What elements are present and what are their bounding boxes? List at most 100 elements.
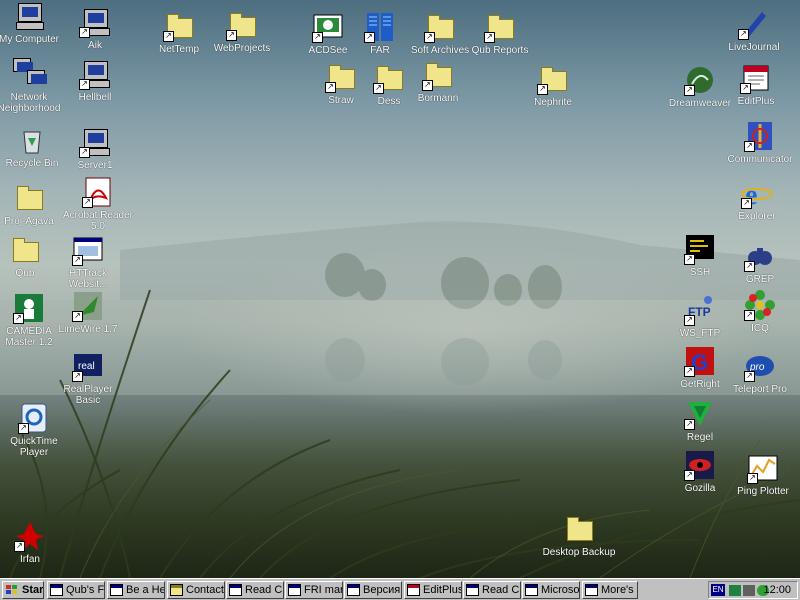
desktop[interactable]: My Computer ↗ Aik Network Neighborhood ↗ Hell… (0, 0, 800, 578)
desktop-icon-qub-reports[interactable]: ↗ Qub Reports (463, 11, 537, 56)
desktop-icon-limewire[interactable]: ↗ LimeWire 1.7 (51, 290, 125, 335)
window-icon (110, 584, 123, 596)
folder-icon: ↗ (163, 10, 195, 42)
clock[interactable]: 12:00 (763, 584, 791, 596)
shortcut-arrow-icon: ↗ (72, 255, 83, 266)
desktop-icon-editplus[interactable]: ↗ EditPlus (719, 62, 793, 107)
desktop-icon-regel[interactable]: ↗ Regel (663, 398, 737, 443)
desktop-icon-icq[interactable]: ↗ ICQ (723, 289, 797, 334)
language-indicator[interactable]: EN (711, 584, 725, 596)
desktop-icon-nephrite[interactable]: ↗ Nephrite (516, 63, 590, 108)
desktop-icon-communicator[interactable]: ↗ Communicator (723, 120, 797, 165)
shortcut-arrow-icon: ↗ (312, 32, 323, 43)
editplus-icon (407, 584, 420, 596)
gozilla-icon: ↗ (684, 449, 716, 481)
desktop-icon-label: GREP (745, 274, 775, 285)
desktop-icon-label: Regel (686, 432, 714, 443)
desktop-icon-grep[interactable]: ↗ GREP (723, 240, 797, 285)
desktop-icon-label: Aik (88, 40, 102, 51)
taskbar-button[interactable]: Версия ... (344, 581, 402, 599)
desktop-icon-proj-agava[interactable]: Proj-Agava (0, 182, 66, 227)
taskbar-button[interactable]: Qub's Fr... (47, 581, 105, 599)
desktop-icon-webprojects[interactable]: ↗ WebProjects (205, 9, 279, 54)
window-icon (50, 584, 63, 596)
pen-icon: ↗ (738, 8, 770, 40)
shortcut-arrow-icon: ↗ (744, 261, 755, 272)
limewire-icon: ↗ (72, 290, 104, 322)
quicktime-icon: ↗ (18, 402, 50, 434)
folder-icon: ↗ (422, 59, 454, 91)
ftp-icon: FTP ↗ (684, 294, 716, 326)
camedia-icon: ↗ (13, 292, 45, 324)
shortcut-arrow-icon: ↗ (741, 198, 752, 209)
desktop-icon-label: Network Neighborhood (0, 92, 61, 114)
window-icon (466, 584, 479, 596)
window-icon (229, 584, 242, 596)
desktop-icon-label: Desktop Backup (542, 547, 616, 558)
tray-app-icon[interactable] (729, 585, 741, 596)
computer-icon (13, 0, 45, 32)
taskbar-button[interactable]: Microsof... (522, 581, 580, 599)
desktop-icon-desktop-backup[interactable]: Desktop Backup (542, 513, 616, 558)
shortcut-arrow-icon: ↗ (684, 419, 695, 430)
desktop-icon-label: WebProjects (213, 43, 271, 54)
shortcut-arrow-icon: ↗ (744, 371, 755, 382)
regel-icon: ↗ (684, 398, 716, 430)
shortcut-arrow-icon: ↗ (18, 423, 29, 434)
desktop-icon-realplayer[interactable]: real ↗ RealPlayer Basic (51, 350, 125, 406)
desktop-icon-acrobat-reader[interactable]: ↗ Acrobat Reader 5.0 (61, 176, 135, 232)
desktop-icon-label: Explorer (738, 211, 776, 222)
shortcut-arrow-icon: ↗ (72, 371, 83, 382)
shortcut-arrow-icon: ↗ (79, 27, 90, 38)
taskbar-button[interactable]: EditPlus... (404, 581, 462, 599)
taskbar-button[interactable]: Read C... (226, 581, 284, 599)
desktop-icon-label: ICQ (751, 323, 769, 334)
desktop-icon-ping-plotter[interactable]: ↗ Ping Plotter (726, 452, 800, 497)
window-icon (525, 584, 538, 596)
shortcut-arrow-icon: ↗ (424, 32, 435, 43)
desktop-icon-label: Teleport Pro (733, 384, 787, 395)
shortcut-arrow-icon: ↗ (684, 470, 695, 481)
desktop-icon-httrack[interactable]: ↗ HTTrack Websit... (51, 234, 125, 290)
desktop-icon-livejournal[interactable]: ↗ LiveJournal (717, 8, 791, 53)
folder-icon (170, 584, 183, 596)
desktop-icon-label: Acrobat Reader 5.0 (62, 210, 134, 232)
icq-icon: ↗ (744, 289, 776, 321)
folder-icon (563, 513, 595, 545)
desktop-icon-hellbell[interactable]: ↗ Hellbell (58, 58, 132, 103)
communicator-icon: ↗ (744, 120, 776, 152)
desktop-icon-my-computer[interactable]: My Computer (0, 0, 66, 45)
desktop-icon-server1[interactable]: ↗ Server1 (58, 126, 132, 171)
folder-icon: ↗ (484, 11, 516, 43)
desktop-icon-aik[interactable]: ↗ Aik (58, 6, 132, 51)
desktop-icon-irfan[interactable]: ↗ Irfan (0, 520, 67, 565)
httrack-icon: ↗ (72, 234, 104, 266)
taskbar-button[interactable]: More's F... (582, 581, 638, 599)
editplus-icon: ↗ (740, 62, 772, 94)
taskbar-button[interactable]: FRI man... (285, 581, 343, 599)
shortcut-arrow-icon: ↗ (422, 80, 433, 91)
windows-logo-icon (5, 584, 18, 596)
shortcut-arrow-icon: ↗ (684, 315, 695, 326)
folder-icon (9, 234, 41, 266)
shortcut-arrow-icon: ↗ (738, 29, 749, 40)
taskbar-button-label: Read C... (245, 584, 283, 596)
desktop-icon-quicktime[interactable]: ↗ QuickTime Player (0, 402, 71, 458)
desktop-icon-teleport-pro[interactable]: pro ↗ Teleport Pro (723, 350, 797, 395)
desktop-icon-explorer[interactable]: e ↗ Explorer (720, 177, 794, 222)
desktop-icon-label: LimeWire 1.7 (58, 324, 118, 335)
desktop-icon-label: HTTrack Websit... (68, 268, 108, 290)
tray-network-icon[interactable] (743, 585, 755, 596)
taskbar-button[interactable]: Contacts (167, 581, 225, 599)
desktop-icon-label: Ping Plotter (737, 486, 789, 497)
taskbar-button-label: FRI man... (304, 584, 342, 596)
taskbar-button[interactable]: Be a He... (107, 581, 165, 599)
shortcut-arrow-icon: ↗ (484, 32, 495, 43)
desktop-icon-network-neighborhood[interactable]: Network Neighborhood (0, 58, 66, 114)
taskbar-button-label: Read C... (482, 584, 520, 596)
taskbar-button-label: Be a He... (126, 584, 165, 596)
desktop-icon-bormann[interactable]: ↗ Bormann (401, 59, 475, 104)
taskbar-button[interactable]: Read C... (463, 581, 521, 599)
start-button[interactable]: Start (2, 581, 44, 599)
acdsee-icon: ↗ (312, 11, 344, 43)
